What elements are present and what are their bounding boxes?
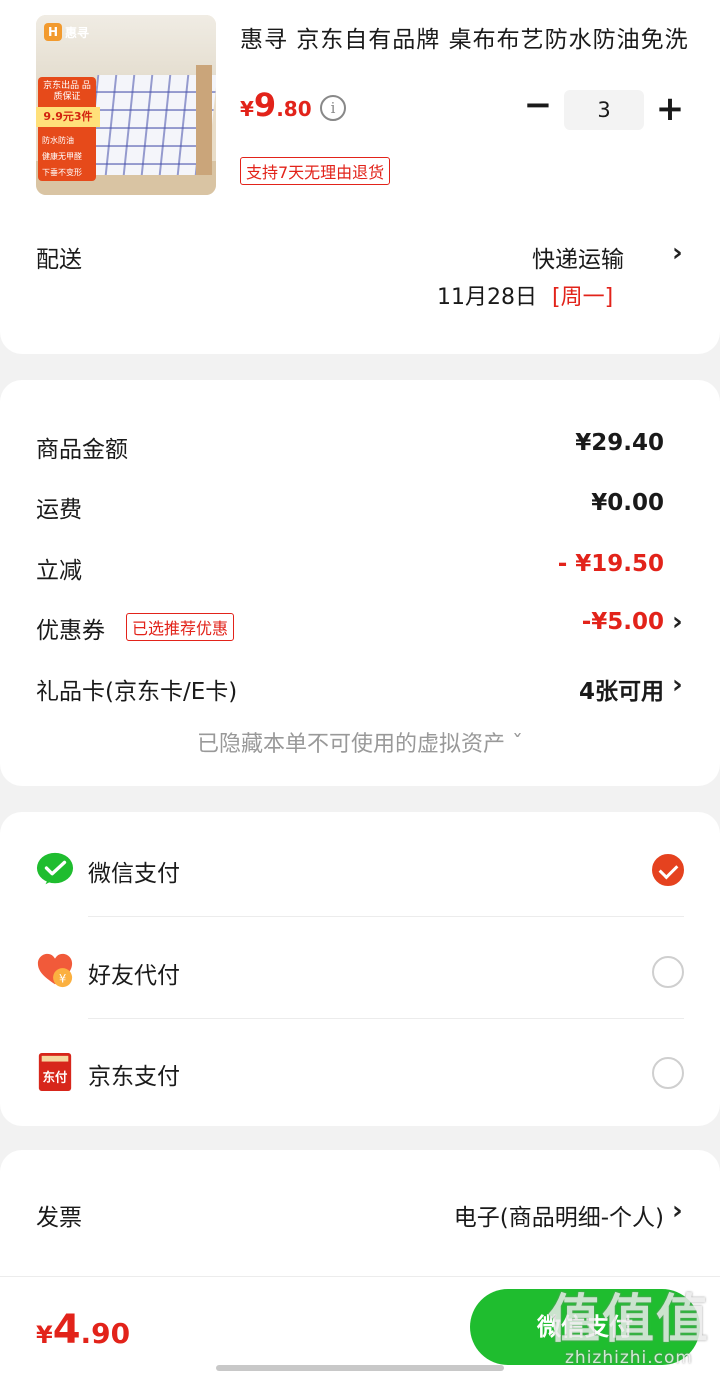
thumb-feature: 下垂不变形 xyxy=(42,168,82,177)
order-total: ¥4.90 xyxy=(36,1307,130,1353)
payment-option-jd[interactable]: 东付 京东支付 xyxy=(0,1019,720,1119)
thumb-promo-price: 9.9元3件 xyxy=(36,107,100,127)
delivery-date: 11月28日 xyxy=(437,285,537,310)
product-thumbnail[interactable]: H 惠寻 京东出品 品质保证 9.9元3件 防水防油 健康无甲醛 下垂不变形 xyxy=(36,15,216,195)
chevron-right-icon[interactable]: › xyxy=(672,607,683,637)
chevron-right-icon[interactable]: › xyxy=(672,1196,683,1226)
svg-text:¥: ¥ xyxy=(59,971,66,985)
payment-option-friend[interactable]: ¥ 好友代付 xyxy=(0,918,720,1018)
shipping-value: ¥0.00 xyxy=(591,490,664,516)
goods-amount-label: 商品金额 xyxy=(36,437,128,463)
friend-pay-radio[interactable] xyxy=(652,956,684,988)
total-integer: 4 xyxy=(52,1307,81,1353)
discount-label: 立减 xyxy=(36,558,82,584)
divider xyxy=(88,916,684,917)
discount-value: - ¥19.50 xyxy=(557,551,664,577)
price-integer: 9 xyxy=(253,86,277,124)
wechat-pay-icon xyxy=(36,852,74,885)
price-summary-card: 商品金额 ¥29.40 运费 ¥0.00 立减 - ¥19.50 优惠券 已选推… xyxy=(0,380,720,786)
invoice-value[interactable]: 电子(商品明细-个人) xyxy=(454,1198,664,1232)
payment-option-wechat[interactable]: 微信支付 xyxy=(0,816,720,916)
brand-logo-icon: H xyxy=(44,23,62,41)
jd-pay-label: 京东支付 xyxy=(88,1064,180,1090)
svg-text:东付: 东付 xyxy=(43,1070,68,1085)
goods-amount-value: ¥29.40 xyxy=(575,430,664,456)
payment-methods-card: 微信支付 ¥ 好友代付 东付 京东支付 xyxy=(0,812,720,1126)
thumb-promo-title: 京东出品 品质保证 xyxy=(43,81,91,102)
coupon-value[interactable]: -¥5.00 xyxy=(582,609,664,635)
quantity-input[interactable]: 3 xyxy=(564,90,644,130)
friend-pay-heart-icon: ¥ xyxy=(37,953,73,988)
product-price: ¥9.80 xyxy=(240,86,312,124)
quantity-increase-button[interactable]: + xyxy=(654,90,686,128)
product-title[interactable]: 惠寻 京东自有品牌 桌布布艺防水防油免洗 xyxy=(240,20,690,54)
price-symbol: ¥ xyxy=(240,97,254,121)
thumb-feature: 健康无甲醛 xyxy=(42,152,82,161)
invoice-label: 发票 xyxy=(36,1205,82,1231)
quantity-decrease-button[interactable]: − xyxy=(522,88,554,122)
thumb-brand-text: 惠寻 xyxy=(65,25,90,40)
watermark-url: zhizhizhi.com xyxy=(565,1348,693,1368)
delivery-method[interactable]: 快递运输 xyxy=(532,240,624,274)
shipping-label: 运费 xyxy=(36,497,82,523)
coupon-badge: 已选推荐优惠 xyxy=(126,613,235,641)
wechat-pay-radio-checked[interactable] xyxy=(652,854,684,886)
coupon-label[interactable]: 优惠券 xyxy=(36,611,105,645)
chevron-right-icon[interactable]: › xyxy=(672,670,683,700)
watermark-logo: 值值值 xyxy=(547,1290,710,1350)
site-watermark: 值值值 zhizhizhi.com xyxy=(548,1292,710,1368)
jd-pay-icon: 东付 xyxy=(38,1053,72,1091)
thumb-feature: 防水防油 xyxy=(42,136,74,145)
delivery-label: 配送 xyxy=(36,247,82,273)
chevron-right-icon[interactable]: › xyxy=(672,238,683,268)
price-decimal: .80 xyxy=(276,97,312,121)
thumb-brand: H 惠寻 xyxy=(44,23,89,41)
total-decimal: .90 xyxy=(80,1317,131,1350)
giftcard-value[interactable]: 4张可用 xyxy=(579,672,664,706)
product-card: H 惠寻 京东出品 品质保证 9.9元3件 防水防油 健康无甲醛 下垂不变形 惠… xyxy=(0,0,720,354)
hidden-assets-toggle[interactable]: 已隐藏本单不可使用的虚拟资产 ˇ xyxy=(0,726,720,758)
wechat-pay-label: 微信支付 xyxy=(88,861,180,887)
home-indicator[interactable] xyxy=(216,1365,504,1371)
return-policy-badge: 支持7天无理由退货 xyxy=(240,157,391,185)
info-icon[interactable]: i xyxy=(320,95,346,121)
thumb-chair xyxy=(196,65,212,175)
giftcard-label[interactable]: 礼品卡(京东卡/E卡) xyxy=(36,672,237,706)
total-symbol: ¥ xyxy=(36,1321,53,1349)
delivery-weekday: [周一] xyxy=(552,285,614,310)
friend-pay-label: 好友代付 xyxy=(88,963,180,989)
jd-pay-radio[interactable] xyxy=(652,1057,684,1089)
